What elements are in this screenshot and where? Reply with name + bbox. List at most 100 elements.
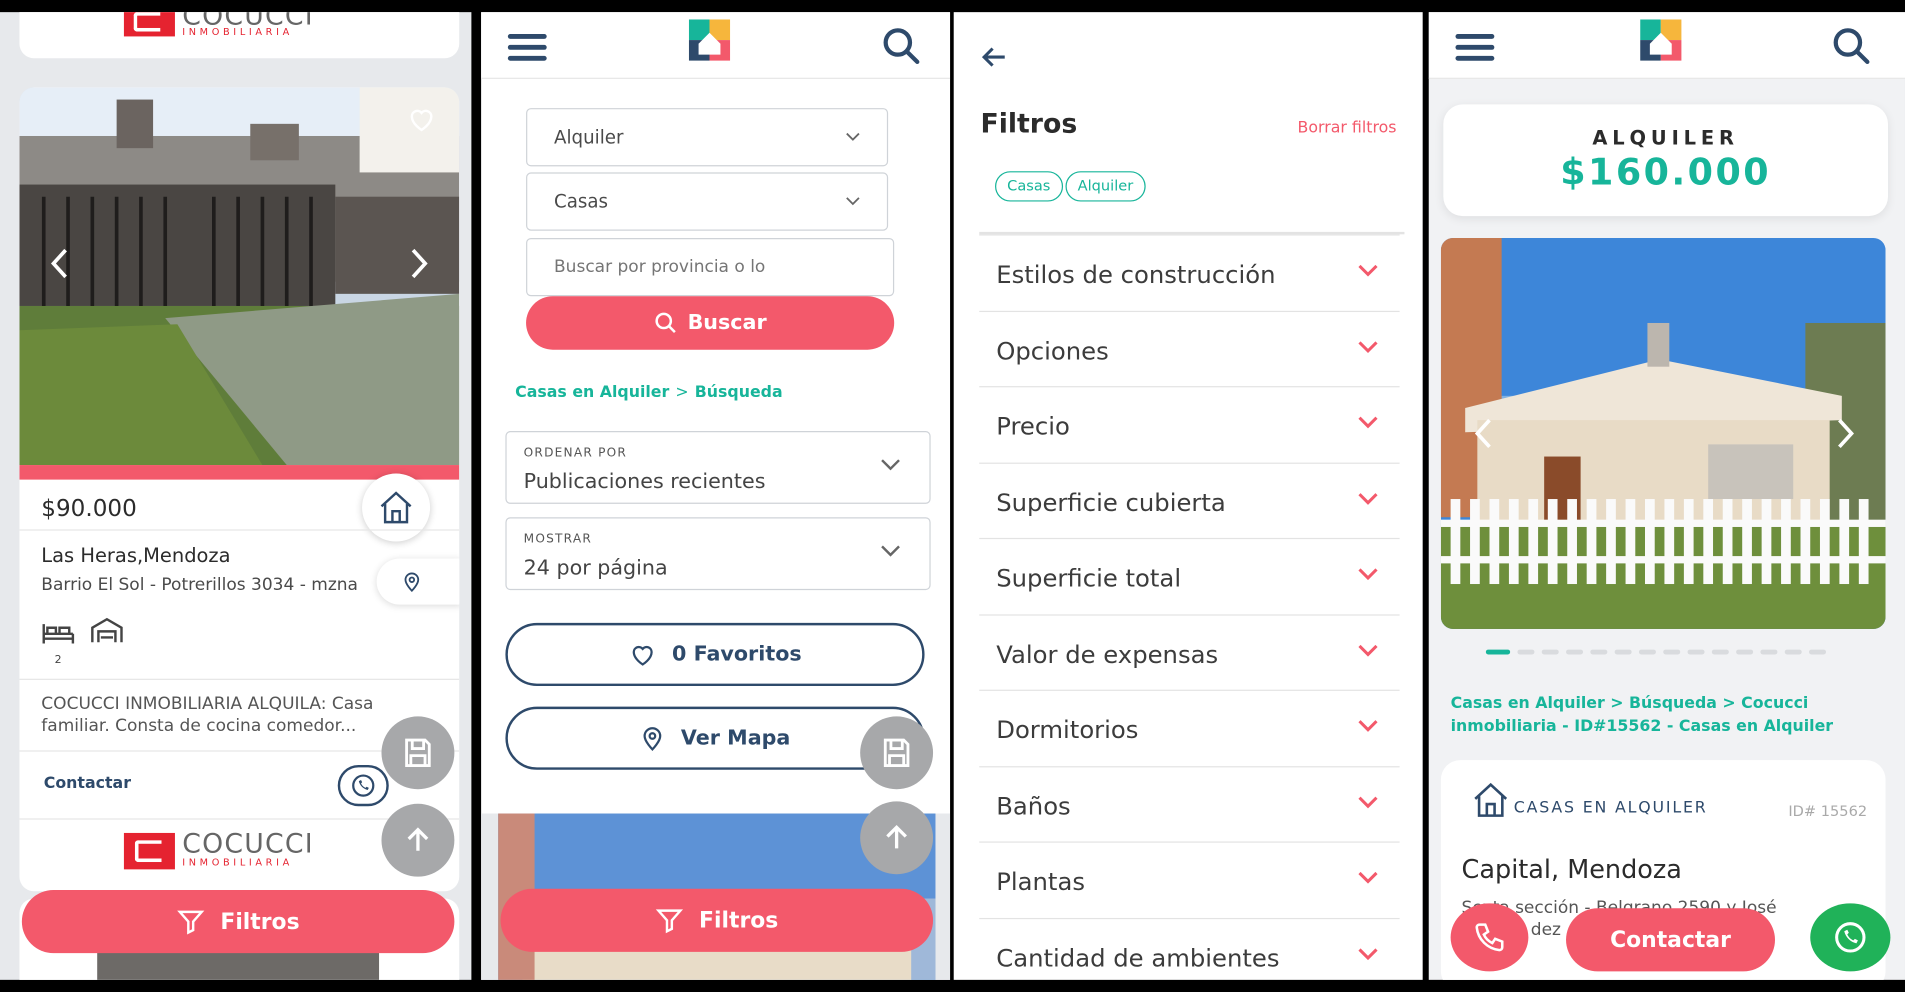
search-button[interactable]: Buscar — [526, 296, 895, 350]
map-pin-icon — [404, 572, 420, 592]
filters-button[interactable]: Filtros — [500, 888, 934, 952]
filter-row[interactable]: Opciones — [979, 310, 1400, 386]
chevron-down-icon — [1358, 947, 1378, 960]
screen-listing: COCUCCI INMOBILIARIA $90.000 Las Heras,M… — [0, 12, 472, 980]
filter-row-label: Baños — [996, 791, 1071, 821]
chevron-down-icon — [1358, 568, 1378, 581]
breadcrumb[interactable]: inmobiliaria - ID#15562 - Casas en Alqui… — [1451, 718, 1833, 736]
location-pin-badge[interactable] — [376, 558, 460, 605]
chevron-left-icon[interactable] — [1472, 418, 1494, 450]
house-icon — [1474, 782, 1508, 817]
hamburger-menu-icon[interactable] — [507, 33, 547, 61]
listing-location: Las Heras,Mendoza — [41, 543, 231, 568]
brand-name: COCUCCI — [182, 829, 314, 860]
search-icon — [655, 312, 676, 333]
breadcrumb-link[interactable]: Casas en Alquiler — [515, 384, 669, 402]
floppy-disk-icon — [405, 738, 431, 767]
save-search-button[interactable] — [860, 716, 934, 790]
chevron-down-icon — [846, 132, 860, 141]
breadcrumb-separator: > — [675, 383, 689, 402]
hamburger-menu-icon[interactable] — [1455, 33, 1495, 61]
previous-listing-card: COCUCCI INMOBILIARIA — [19, 12, 460, 59]
location-search-input[interactable] — [526, 237, 895, 297]
home-icon-badge — [362, 473, 431, 542]
app-logo-icon[interactable] — [688, 19, 731, 61]
chevron-down-icon — [1358, 416, 1378, 429]
description-line: COCUCCI INMOBILIARIA ALQUILA: Casa — [41, 694, 374, 714]
favorites-button[interactable]: 0 Favoritos — [505, 622, 925, 687]
filter-row[interactable]: Superficie cubierta — [979, 462, 1400, 538]
filter-row[interactable]: Dormitorios — [979, 689, 1400, 766]
divider — [19, 678, 460, 680]
screen-search: Alquiler Casas Buscar Casas en Alquiler … — [481, 12, 951, 980]
filters-button[interactable]: Filtros — [21, 890, 455, 954]
whatsapp-icon — [1835, 922, 1866, 953]
order-by-select[interactable]: ORDENAR POR Publicaciones recientes — [505, 431, 931, 504]
search-icon[interactable] — [1832, 27, 1871, 66]
chevron-right-icon[interactable] — [408, 248, 430, 280]
filter-row[interactable]: Precio — [979, 386, 1400, 462]
back-arrow-icon[interactable] — [980, 46, 1007, 68]
filter-row[interactable]: Plantas — [979, 841, 1400, 917]
property-photo[interactable] — [1440, 237, 1886, 629]
funnel-icon — [656, 909, 684, 934]
call-button[interactable] — [1450, 903, 1529, 972]
property-category: CASAS EN ALQUILER — [1513, 798, 1708, 818]
funnel-icon — [177, 910, 205, 935]
whatsapp-button[interactable] — [337, 764, 389, 807]
breadcrumb: Casas en Alquiler > Búsqueda — [515, 384, 782, 402]
filter-row[interactable]: Superficie total — [979, 537, 1400, 614]
property-price: $160.000 — [1560, 151, 1772, 195]
brand-logo: COCUCCI INMOBILIARIA — [123, 12, 314, 38]
screen-property-detail: ALQUILER $160.000 Casas en Alquiler > Bú… — [1428, 12, 1905, 980]
page-size-label: MOSTRAR — [523, 533, 593, 547]
app-logo-icon[interactable] — [1640, 19, 1682, 61]
scroll-top-button[interactable] — [381, 803, 455, 877]
operation-select-value: Alquiler — [554, 126, 624, 149]
property-type-value: Casas — [554, 190, 609, 213]
chevron-left-icon[interactable] — [49, 248, 71, 280]
listing-photo[interactable] — [19, 87, 460, 466]
filter-row[interactable]: Baños — [979, 765, 1400, 842]
filter-row[interactable]: Cantidad de ambientes — [979, 917, 1400, 980]
whatsapp-button[interactable] — [1810, 903, 1891, 972]
chevron-down-icon — [1358, 644, 1378, 656]
filter-row[interactable]: Valor de expensas — [979, 613, 1400, 690]
contact-button[interactable]: Contactar — [1566, 908, 1775, 972]
chevron-down-icon — [1358, 871, 1378, 884]
brand-logo: COCUCCI INMOBILIARIA — [123, 829, 314, 870]
contact-link[interactable]: Contactar — [44, 775, 131, 793]
filter-row-label: Valor de expensas — [996, 639, 1219, 669]
save-search-button[interactable] — [381, 716, 455, 790]
order-by-value: Publicaciones recientes — [523, 469, 766, 495]
bed-icon — [42, 624, 75, 644]
filter-row-label: Plantas — [996, 866, 1086, 897]
operation-type: ALQUILER — [1592, 126, 1739, 150]
chevron-down-icon — [1358, 340, 1378, 353]
page-size-value: 24 por página — [523, 556, 668, 581]
map-pin-icon — [644, 727, 662, 751]
clear-filters-link[interactable]: Borrar filtros — [1298, 119, 1397, 137]
arrow-up-icon — [407, 827, 429, 851]
filter-row-label: Opciones — [996, 335, 1109, 365]
listing-price: $90.000 — [41, 495, 137, 523]
property-type-select[interactable]: Casas — [526, 172, 889, 231]
breadcrumb[interactable]: Casas en Alquiler > Búsqueda > Cocucci — [1451, 695, 1809, 713]
chevron-right-icon[interactable] — [1835, 418, 1857, 450]
favorite-heart-icon[interactable] — [406, 104, 438, 133]
favorites-label: 0 Favoritos — [672, 642, 802, 667]
filters-label: Filtros — [220, 908, 300, 935]
chevron-down-icon — [1358, 492, 1378, 505]
photo-pagination-dots — [1485, 649, 1827, 655]
search-icon[interactable] — [882, 27, 921, 66]
garage-icon — [91, 617, 123, 643]
scroll-top-button[interactable] — [860, 801, 934, 875]
operation-select[interactable]: Alquiler — [526, 108, 889, 167]
filter-chip[interactable]: Casas — [995, 171, 1063, 202]
listing-address: Barrio El Sol - Potrerillos 3034 - mzna — [41, 575, 358, 595]
filter-chip[interactable]: Alquiler — [1065, 171, 1146, 202]
chevron-down-icon — [1358, 796, 1378, 808]
page-size-select[interactable]: MOSTRAR 24 por página — [505, 517, 931, 591]
filter-row[interactable]: Estilos de construcción — [979, 234, 1400, 310]
property-address: dez — [1530, 920, 1562, 940]
